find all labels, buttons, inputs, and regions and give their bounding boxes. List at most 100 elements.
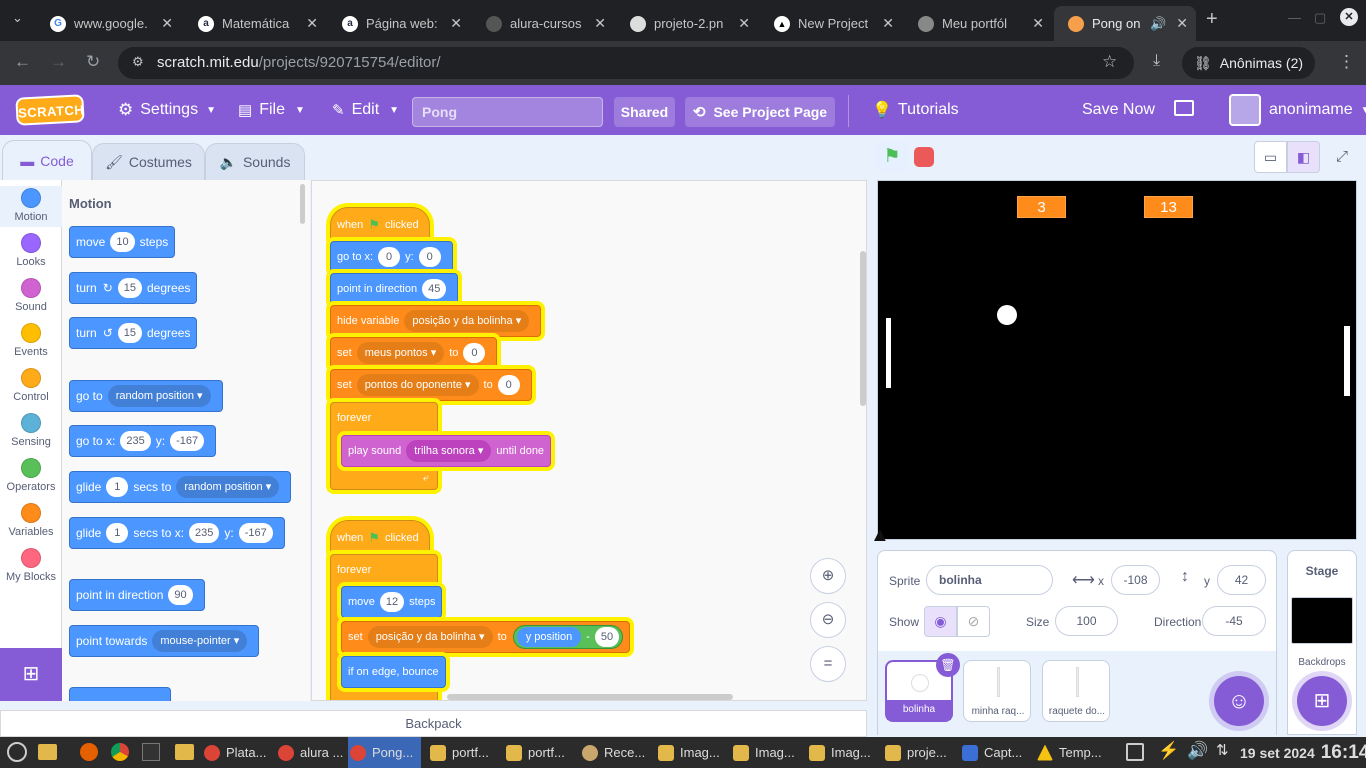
tab-costumes[interactable]: 🖌 Costumes	[92, 143, 205, 180]
category-sensing[interactable]: Sensing	[0, 413, 62, 448]
block-dropdown[interactable]: random position ▾	[176, 476, 280, 498]
taskbar-item[interactable]: Imag...	[733, 737, 795, 768]
add-backdrop-button[interactable]: ⊞	[1297, 676, 1347, 726]
folder-icon[interactable]	[175, 744, 194, 760]
incognito-profile-button[interactable]: ⛓ Anônimas (2)	[1182, 47, 1316, 79]
forward-icon[interactable]: →	[50, 52, 67, 72]
close-tab-icon[interactable]: ✕	[738, 15, 750, 32]
block-dropdown[interactable]: posição y da bolinha ▾	[404, 310, 530, 332]
block-input[interactable]: 235	[120, 431, 151, 451]
block-glide[interactable]: glide 1 secs to random position ▾	[69, 471, 292, 503]
ball-sprite[interactable]	[997, 305, 1017, 325]
category-sound[interactable]: Sound	[0, 278, 62, 313]
tab-search-icon[interactable]: ⌄	[12, 10, 23, 26]
block-gotoxy[interactable]: go to x: 235 y: -167	[69, 425, 217, 457]
taskbar-item[interactable]: proje...	[885, 737, 947, 768]
close-window-icon[interactable]: ✕	[1340, 8, 1358, 26]
category-motion[interactable]: Motion	[0, 186, 62, 227]
block-input[interactable]: 10	[110, 232, 135, 252]
tab-sounds[interactable]: 🔈 Sounds	[205, 143, 305, 180]
block-input[interactable]: 0	[497, 375, 520, 395]
block-goto-xy[interactable]: go to x: 0 y: 0	[330, 241, 453, 273]
player-paddle[interactable]	[886, 318, 891, 388]
sprite-thumb[interactable]: minha raq...	[963, 660, 1031, 722]
block-play-sound-until-done[interactable]: play sound trilha sonora ▾ until done	[341, 435, 552, 467]
block-dropdown[interactable]: pontos do oponente ▾	[356, 374, 479, 396]
new-tab-icon[interactable]: +	[1206, 8, 1218, 31]
add-sprite-button[interactable]: ☺	[1214, 676, 1264, 726]
file-manager-icon[interactable]	[38, 744, 57, 760]
sprite-thumb[interactable]: raquete do...	[1042, 660, 1110, 722]
block-move-steps[interactable]: move 12 steps	[341, 586, 443, 618]
block-dropdown[interactable]: posição y da bolinha ▾	[367, 626, 493, 648]
zoom-out-button[interactable]: ⊖	[810, 602, 846, 638]
block-point-direction[interactable]: point in direction 45	[330, 273, 459, 305]
operator-subtract-block[interactable]: y position - 50	[512, 625, 624, 649]
project-title-input[interactable]: Pong	[412, 97, 603, 127]
opponent-paddle[interactable]	[1344, 326, 1350, 396]
block-hide-variable[interactable]: hide variable posição y da bolinha ▾	[330, 305, 542, 337]
category-variables[interactable]: Variables	[0, 503, 62, 538]
close-tab-icon[interactable]: ✕	[1176, 15, 1188, 32]
small-stage-button[interactable]: ▭	[1254, 141, 1287, 173]
category-myblocks[interactable]: My Blocks	[0, 548, 62, 583]
browser-menu-icon[interactable]: ⋮	[1338, 52, 1355, 72]
block-dropdown[interactable]: mouse-pointer ▾	[152, 630, 248, 652]
scratch-logo[interactable]: SCRATCH	[15, 94, 85, 126]
block-input[interactable]: 0	[463, 343, 486, 363]
block-dropdown[interactable]: random position ▾	[107, 385, 211, 407]
back-icon[interactable]: ←	[14, 52, 31, 72]
browser-tab[interactable]: G www.google. ✕	[36, 6, 181, 41]
taskbar-item[interactable]: Imag...	[809, 737, 871, 768]
block-dropdown[interactable]: meus pontos ▾	[356, 342, 445, 364]
taskbar-item[interactable]: Plata...	[204, 737, 266, 768]
block-point-direction[interactable]: point in direction 90	[69, 579, 205, 611]
category-operators[interactable]: Operators	[0, 458, 62, 493]
hat-when-flag-clicked[interactable]: when ⚑ clicked	[330, 520, 430, 556]
stop-button[interactable]	[914, 147, 934, 167]
block-set-variable[interactable]: set meus pontos ▾ to 0	[330, 337, 498, 369]
block-partial[interactable]	[69, 687, 171, 701]
download-icon[interactable]: ⤓	[1153, 52, 1160, 70]
terminal-icon[interactable]	[142, 743, 160, 761]
maximize-icon[interactable]: ▢	[1314, 10, 1326, 26]
linux-mint-menu-icon[interactable]	[7, 742, 27, 762]
folder-icon[interactable]	[1174, 100, 1194, 116]
browser-tab[interactable]: alura-cursos ✕	[472, 6, 614, 41]
block-goto[interactable]: go to random position ▾	[69, 380, 223, 412]
block-input[interactable]: -167	[238, 523, 273, 543]
add-extension-button[interactable]: ⊞	[0, 648, 62, 701]
block-turn-left[interactable]: turn ↺ 15 degrees	[69, 317, 198, 349]
chrome-icon[interactable]	[111, 743, 129, 761]
sprite-thumb-selected[interactable]: bolinha 🗑	[885, 653, 960, 722]
hat-when-flag-clicked[interactable]: when ⚑ clicked	[330, 207, 430, 243]
browser-tab[interactable]: a Página web: ✕	[328, 6, 470, 41]
taskbar-item[interactable]: Imag...	[658, 737, 720, 768]
sprite-name-input[interactable]: bolinha	[926, 565, 1053, 595]
block-input[interactable]: 12	[379, 592, 405, 612]
url-bar[interactable]: scratch.mit.edu/projects/920715754/edito…	[118, 47, 1134, 79]
block-if-on-edge-bounce[interactable]: if on edge, bounce	[341, 656, 446, 688]
bookmark-star-icon[interactable]: ☆	[1102, 52, 1117, 72]
browser-tab[interactable]: Meu portfól ✕	[904, 6, 1052, 41]
block-set-variable[interactable]: set pontos do oponente ▾ to 0	[330, 369, 532, 401]
taskbar-item-active[interactable]: Pong...	[348, 737, 422, 768]
zoom-in-button[interactable]: ⊕	[810, 558, 846, 594]
category-control[interactable]: Control	[0, 368, 62, 403]
file-menu[interactable]: ▤ File ▼	[238, 85, 305, 135]
taskbar-item[interactable]: portf...	[506, 737, 565, 768]
site-info-icon[interactable]: ⚙	[132, 54, 144, 70]
category-looks[interactable]: Looks	[0, 233, 62, 268]
direction-input[interactable]: -45	[1202, 606, 1266, 636]
block-point-towards[interactable]: point towards mouse-pointer ▾	[69, 625, 260, 657]
taskbar-item[interactable]: alura ...	[278, 737, 343, 768]
taskbar-item[interactable]: Temp...	[1037, 737, 1102, 768]
large-stage-button[interactable]: ◧	[1287, 141, 1320, 173]
script-horizontal-scrollbar[interactable]	[447, 694, 733, 700]
block-input[interactable]: 15	[117, 278, 142, 298]
volume-icon[interactable]: 🔊	[1187, 741, 1208, 761]
block-input[interactable]: 1	[106, 523, 129, 543]
block-move[interactable]: move 10 steps	[69, 226, 176, 258]
block-input[interactable]: -167	[170, 431, 205, 451]
close-tab-icon[interactable]: ✕	[161, 15, 173, 32]
